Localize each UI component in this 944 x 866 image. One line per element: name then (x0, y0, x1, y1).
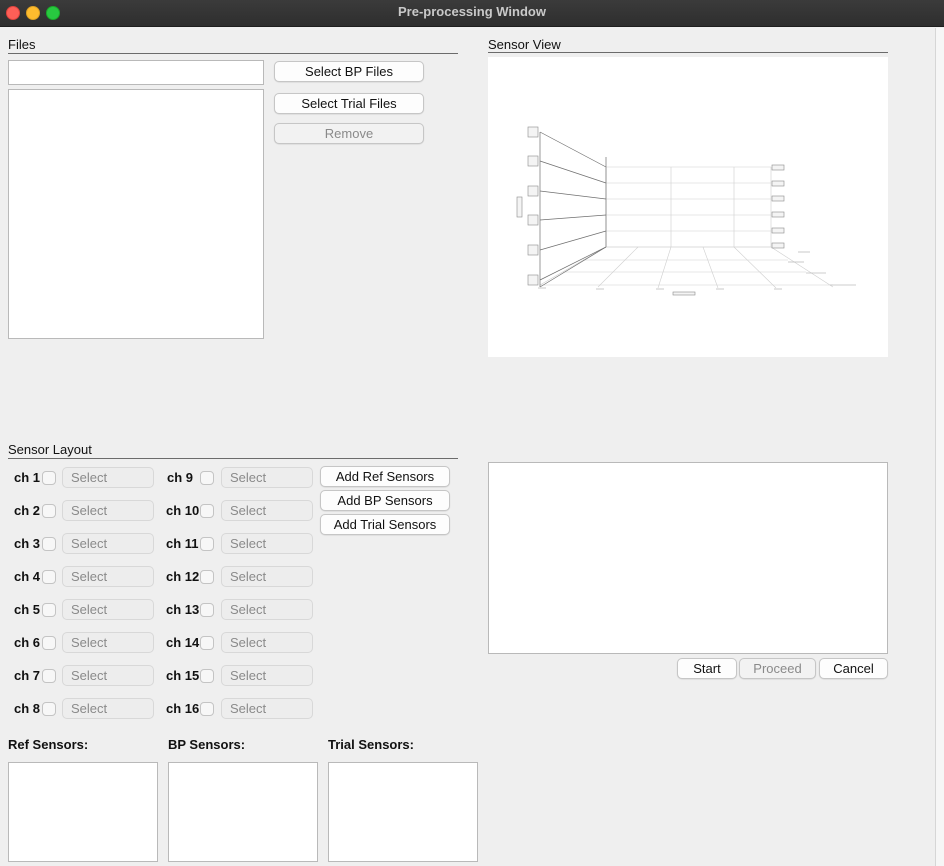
ref-sensors-label: Ref Sensors: (8, 737, 89, 752)
file-path-field[interactable] (8, 60, 264, 85)
channel-checkbox[interactable] (200, 636, 214, 650)
select-bp-files-button[interactable]: Select BP Files (274, 61, 424, 82)
remove-button[interactable]: Remove (274, 123, 424, 144)
channel-label: ch 7 (14, 668, 41, 683)
channel-select[interactable]: Select (221, 467, 313, 488)
window-scrollbar[interactable] (935, 28, 944, 866)
channel-select[interactable]: Select (221, 566, 313, 587)
channel-select[interactable]: Select (221, 665, 313, 686)
channel-select[interactable]: Select (221, 533, 313, 554)
channel-select[interactable]: Select (221, 500, 313, 521)
channel-label: ch 5 (14, 602, 41, 617)
channel-checkbox[interactable] (200, 504, 214, 518)
trial-sensors-label: Trial Sensors: (328, 737, 414, 752)
channel-checkbox[interactable] (42, 537, 56, 551)
proceed-button[interactable]: Proceed (739, 658, 816, 679)
channel-select[interactable]: Select (62, 665, 154, 686)
start-button[interactable]: Start (677, 658, 737, 679)
channel-label: ch 1 (14, 470, 41, 485)
channel-select[interactable]: Select (62, 698, 154, 719)
channel-checkbox[interactable] (42, 504, 56, 518)
channel-checkbox[interactable] (200, 603, 214, 617)
add-trial-sensors-button[interactable]: Add Trial Sensors (320, 514, 450, 535)
files-section-label: Files (8, 37, 36, 52)
channel-checkbox[interactable] (42, 636, 56, 650)
sensor-view-divider (488, 52, 888, 53)
channel-checkbox[interactable] (42, 702, 56, 716)
sensor-3d-axes (516, 126, 856, 296)
channel-select[interactable]: Select (62, 599, 154, 620)
channel-label: ch 15 (166, 668, 200, 683)
channel-checkbox[interactable] (42, 603, 56, 617)
channel-label: ch 14 (166, 635, 200, 650)
bp-sensors-list[interactable] (168, 762, 318, 862)
channel-checkbox[interactable] (200, 471, 214, 485)
channel-label: ch 10 (166, 503, 200, 518)
channel-label: ch 4 (14, 569, 41, 584)
channel-checkbox[interactable] (200, 669, 214, 683)
channel-checkbox[interactable] (42, 570, 56, 584)
channel-label: ch 12 (166, 569, 200, 584)
channel-checkbox[interactable] (42, 669, 56, 683)
channel-label: ch 8 (14, 701, 41, 716)
channel-select[interactable]: Select (221, 599, 313, 620)
files-list[interactable] (8, 89, 264, 339)
channel-label: ch 6 (14, 635, 41, 650)
trial-sensors-list[interactable] (328, 762, 478, 862)
channel-checkbox[interactable] (42, 471, 56, 485)
channel-select[interactable]: Select (62, 632, 154, 653)
channel-label: ch 11 (166, 536, 199, 551)
channel-label: ch 9 (167, 470, 194, 485)
channel-label: ch 16 (166, 701, 200, 716)
files-divider (8, 53, 458, 54)
window-title: Pre-processing Window (398, 4, 546, 19)
channel-checkbox[interactable] (200, 570, 214, 584)
channel-label: ch 2 (14, 503, 41, 518)
add-bp-sensors-button[interactable]: Add BP Sensors (320, 490, 450, 511)
channel-checkbox[interactable] (200, 702, 214, 716)
bp-sensors-label: BP Sensors: (168, 737, 246, 752)
channel-select[interactable]: Select (62, 467, 154, 488)
title-bar: Pre-processing Window (0, 0, 944, 27)
channel-select[interactable]: Select (221, 632, 313, 653)
channel-select[interactable]: Select (62, 566, 154, 587)
ref-sensors-list[interactable] (8, 762, 158, 862)
channel-select[interactable]: Select (62, 500, 154, 521)
sensor-layout-section-label: Sensor Layout (8, 442, 92, 457)
sensor-view-section-label: Sensor View (488, 37, 561, 52)
channel-label: ch 3 (14, 536, 41, 551)
output-log-panel[interactable] (488, 462, 888, 654)
select-trial-files-button[interactable]: Select Trial Files (274, 93, 424, 114)
sensor-3d-plot[interactable] (488, 57, 888, 357)
channel-select[interactable]: Select (221, 698, 313, 719)
channel-checkbox[interactable] (200, 537, 214, 551)
channel-label: ch 13 (166, 602, 200, 617)
cancel-button[interactable]: Cancel (819, 658, 888, 679)
add-ref-sensors-button[interactable]: Add Ref Sensors (320, 466, 450, 487)
sensor-layout-divider (8, 458, 458, 459)
channel-select[interactable]: Select (62, 533, 154, 554)
